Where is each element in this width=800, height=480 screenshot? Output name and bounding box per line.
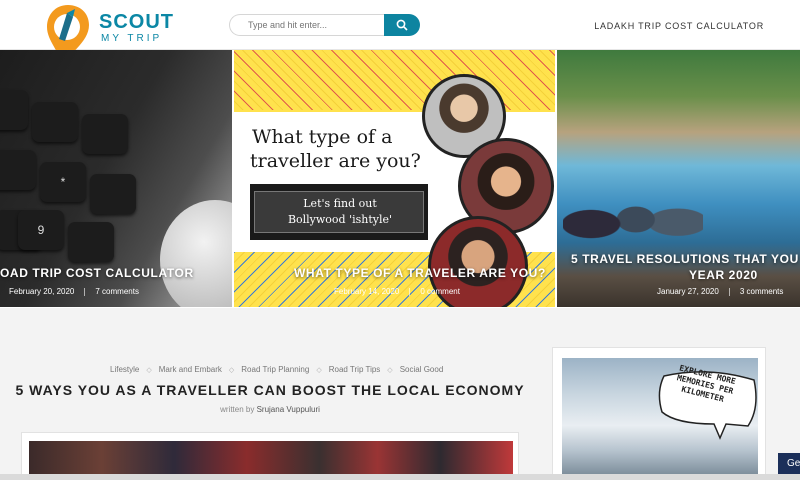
slide-image-beach: [557, 50, 800, 307]
keyboard-key: [32, 102, 78, 142]
slide-comments[interactable]: 3 comments: [740, 287, 784, 296]
logo-text-scout: SCOUT: [99, 11, 174, 33]
people-silhouettes: [563, 170, 703, 260]
keyboard-key: [90, 174, 136, 214]
floating-action-button[interactable]: Ge: [778, 453, 800, 475]
featured-slider: * 9 OAD TRIP COST CALCULATOR February 20…: [0, 50, 800, 308]
search-button[interactable]: [384, 14, 420, 36]
confetti-pattern: [234, 50, 555, 110]
written-by-label: written by: [220, 405, 255, 414]
search-form: [229, 14, 420, 36]
search-input[interactable]: [229, 14, 389, 36]
slide-comments[interactable]: 0 comment: [420, 287, 460, 296]
film-text-line2: Bollywood 'ishtyle': [287, 213, 393, 226]
slide-road-trip-calculator[interactable]: * 9 OAD TRIP COST CALCULATOR February 20…: [0, 50, 232, 307]
nav-link-ladakh-calculator[interactable]: LADAKH TRIP COST CALCULATOR: [594, 21, 764, 31]
category-link[interactable]: Road Trip Tips: [329, 365, 381, 374]
category-link[interactable]: Social Good: [400, 365, 444, 374]
slide-title[interactable]: 5 TRAVEL RESOLUTIONS THAT YOU CAN FOL: [571, 252, 800, 266]
slide-title[interactable]: OAD TRIP COST CALCULATOR: [0, 266, 194, 280]
keyboard-key: 9: [18, 210, 64, 250]
sidebar-widget: EXPLORE MORE MEMORIES PER KILOMETER: [552, 347, 766, 480]
search-icon: [396, 19, 408, 31]
keyboard-key: [68, 222, 114, 262]
keyboard-key: [82, 114, 128, 154]
slide-date: January 27, 2020: [657, 287, 719, 296]
diamond-separator-icon: ◇: [228, 367, 235, 374]
slide-date: February 20, 2020: [9, 287, 75, 296]
slide-travel-resolutions[interactable]: 5 TRAVEL RESOLUTIONS THAT YOU CAN FOL YE…: [557, 50, 800, 307]
slide-meta: January 27, 2020 3 comments: [657, 287, 783, 296]
category-link[interactable]: Road Trip Planning: [241, 365, 309, 374]
meta-divider: [84, 287, 86, 296]
category-link[interactable]: Mark and Embark: [159, 365, 222, 374]
keyboard-key: [0, 90, 28, 130]
slide-meta: February 14, 2020 0 comment: [334, 287, 460, 296]
slide-title-line2[interactable]: YEAR 2020: [689, 268, 758, 282]
slide-comments[interactable]: 7 comments: [95, 287, 139, 296]
site-header: SCOUT MY TRIP LADAKH TRIP COST CALCULATO…: [0, 0, 800, 69]
quiz-question-line1: What type of a: [252, 126, 393, 148]
slide-meta: February 20, 2020 7 comments: [9, 287, 139, 296]
slide-title[interactable]: WHAT TYPE OF A TRAVELER ARE YOU?: [294, 266, 546, 280]
quiz-question-line2: traveller are you?: [250, 150, 421, 172]
slide-traveler-type[interactable]: What type of a traveller are you? Let's …: [234, 50, 555, 307]
meta-divider: [728, 287, 730, 296]
film-strip: Let's find out Bollywood 'ishtyle': [250, 184, 428, 240]
slide-date: February 14, 2020: [334, 287, 400, 296]
diamond-separator-icon: ◇: [316, 367, 322, 374]
author-link[interactable]: Srujana Vuppuluri: [257, 405, 320, 414]
diamond-separator-icon: ◇: [146, 367, 152, 374]
bottom-scroll-bar: [0, 474, 800, 480]
diamond-separator-icon: ◇: [387, 367, 393, 374]
meta-divider: [409, 287, 411, 296]
site-logo[interactable]: SCOUT MY TRIP: [45, 3, 185, 69]
post-title[interactable]: 5 WAYS YOU AS A TRAVELLER CAN BOOST THE …: [0, 382, 540, 398]
keyboard-key: [0, 150, 36, 190]
post-categories: Lifestyle ◇ Mark and Embark ◇ Road Trip Plan…: [110, 365, 443, 374]
post-featured-image-frame: [21, 432, 519, 480]
keyboard-key: *: [40, 162, 86, 202]
logo-text-mytrip: MY TRIP: [101, 33, 163, 44]
film-text-line1: Let's find out: [303, 197, 377, 210]
film-strip-frame: Let's find out Bollywood 'ishtyle': [254, 191, 424, 233]
mouse-shape: [160, 200, 232, 307]
category-link[interactable]: Lifestyle: [110, 365, 139, 374]
post-byline: written by Srujana Vuppuluri: [0, 405, 540, 414]
